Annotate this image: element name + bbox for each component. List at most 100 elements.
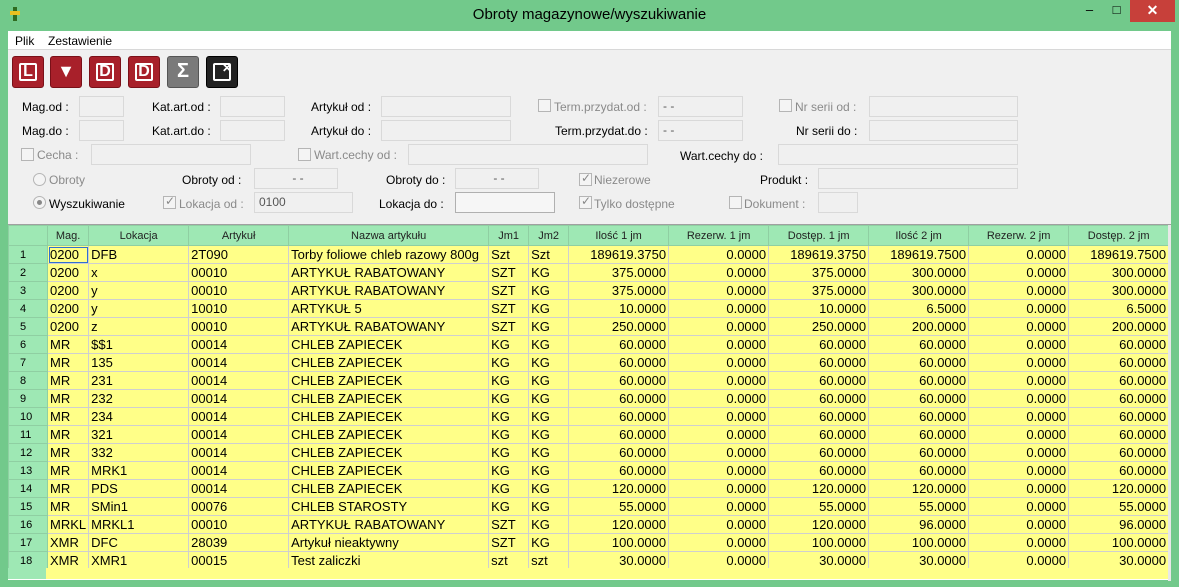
grid-cell[interactable]: 00014 (188, 461, 290, 480)
grid-cell[interactable]: 60.0000 (568, 353, 670, 372)
grid-cell[interactable]: 60.0000 (1068, 335, 1170, 354)
grid-cell[interactable]: XMR (46, 533, 90, 552)
table-row[interactable]: 17 XMR DFC 28039 Artykuł nieaktywny SZT KG 100.… (8, 533, 1170, 552)
grid-cell[interactable]: 60.0000 (768, 443, 870, 462)
grid-cell[interactable]: 0.0000 (668, 443, 770, 462)
grid-cell[interactable]: 60.0000 (868, 407, 970, 426)
grid-cell[interactable]: KG (528, 335, 570, 354)
grid-cell[interactable]: 120.0000 (768, 515, 870, 534)
grid-cell[interactable]: 10.0000 (568, 299, 670, 318)
results-grid[interactable]: Mag. Lokacja Artykuł Nazwa artykułu Jm1 … (8, 224, 1171, 581)
table-row[interactable]: 9 MR 232 00014 CHLEB ZAPIECEK KG KG 60.0000 0.00… (8, 389, 1170, 408)
grid-cell[interactable]: 0.0000 (968, 317, 1070, 336)
table-row[interactable]: 8 MR 231 00014 CHLEB ZAPIECEK KG KG 60.0000 0.00… (8, 371, 1170, 390)
obroty-radio[interactable] (33, 173, 46, 186)
grid-cell[interactable]: 189619.7500 (868, 245, 970, 264)
grid-cell[interactable]: 0.0000 (668, 461, 770, 480)
grid-cell[interactable]: KG (488, 461, 530, 480)
print-list-button[interactable]: L (12, 56, 44, 88)
grid-cell[interactable]: 0.0000 (668, 551, 770, 570)
col-header[interactable]: Ilość 2 jm (868, 225, 970, 246)
grid-cell[interactable]: 00010 (188, 281, 290, 300)
obroty-do-field[interactable]: - - (455, 168, 539, 189)
grid-cell[interactable]: y (88, 281, 190, 300)
grid-cell[interactable]: KG (488, 407, 530, 426)
grid-cell[interactable]: 189619.3750 (768, 245, 870, 264)
title-bar[interactable]: Obroty magazynowe/wyszukiwanie – □ ✕ (0, 0, 1179, 30)
cecha-checkbox[interactable] (21, 148, 34, 161)
grid-cell[interactable]: 60.0000 (568, 371, 670, 390)
grid-cell[interactable]: SZT (488, 263, 530, 282)
grid-cell[interactable]: 0.0000 (968, 497, 1070, 516)
grid-cell[interactable]: 120.0000 (568, 479, 670, 498)
grid-cell[interactable]: MR (46, 461, 90, 480)
grid-cell[interactable]: ARTYKUŁ 5 (288, 299, 490, 318)
grid-cell[interactable]: x (88, 263, 190, 282)
row-number[interactable]: 15 (8, 497, 48, 516)
grid-cell[interactable]: KG (528, 263, 570, 282)
row-number[interactable]: 4 (8, 299, 48, 318)
cecha-field[interactable] (91, 144, 251, 165)
grid-cell[interactable]: 0.0000 (968, 353, 1070, 372)
grid-cell[interactable]: 0.0000 (668, 407, 770, 426)
grid-cell[interactable]: KG (528, 497, 570, 516)
row-number[interactable]: 18 (8, 551, 48, 570)
wartcechy-do-field[interactable] (778, 144, 1018, 165)
col-header[interactable]: Nazwa artykułu (288, 225, 490, 246)
grid-cell[interactable]: 60.0000 (1068, 407, 1170, 426)
grid-cell[interactable]: 00014 (188, 425, 290, 444)
row-number[interactable]: 2 (8, 263, 48, 282)
col-header[interactable]: Dostęp. 2 jm (1068, 225, 1170, 246)
grid-cell[interactable]: 00014 (188, 407, 290, 426)
row-number[interactable]: 10 (8, 407, 48, 426)
row-number[interactable]: 11 (8, 425, 48, 444)
col-header[interactable]: Rezerw. 2 jm (968, 225, 1070, 246)
grid-cell[interactable]: 232 (88, 389, 190, 408)
grid-cell[interactable]: SZT (488, 515, 530, 534)
grid-cell[interactable]: 120.0000 (768, 479, 870, 498)
grid-cell[interactable]: 0.0000 (968, 263, 1070, 282)
grid-cell[interactable]: KG (488, 371, 530, 390)
grid-cell[interactable]: KG (488, 425, 530, 444)
grid-cell[interactable]: 30.0000 (1068, 551, 1170, 570)
obroty-od-field[interactable]: - - (254, 168, 338, 189)
grid-cell[interactable]: MR (46, 353, 90, 372)
grid-cell[interactable]: 0.0000 (668, 281, 770, 300)
mag-do-field[interactable] (79, 120, 124, 141)
grid-cell[interactable]: SZT (488, 299, 530, 318)
grid-cell[interactable]: 0.0000 (968, 407, 1070, 426)
grid-cell[interactable]: CHLEB ZAPIECEK (288, 407, 490, 426)
grid-cell[interactable]: 2T090 (188, 245, 290, 264)
grid-cell[interactable]: KG (488, 353, 530, 372)
grid-cell[interactable]: 0.0000 (968, 281, 1070, 300)
grid-cell[interactable]: KG (488, 497, 530, 516)
grid-cell[interactable]: 00010 (188, 317, 290, 336)
grid-cell[interactable]: CHLEB STAROSTY (288, 497, 490, 516)
grid-cell[interactable]: ARTYKUŁ RABATOWANY (288, 515, 490, 534)
grid-cell[interactable]: 00010 (188, 515, 290, 534)
nrserii-od-field[interactable] (869, 96, 1018, 117)
grid-cell[interactable]: 135 (88, 353, 190, 372)
grid-cell[interactable]: KG (528, 479, 570, 498)
table-row[interactable]: 5 0200 z 00010 ARTYKUŁ RABATOWANY SZT KG 250.00… (8, 317, 1170, 336)
grid-cell[interactable]: 30.0000 (868, 551, 970, 570)
grid-cell[interactable]: 6.5000 (868, 299, 970, 318)
grid-cell[interactable]: SZT (488, 281, 530, 300)
grid-cell[interactable]: 200.0000 (868, 317, 970, 336)
grid-cell[interactable]: 10010 (188, 299, 290, 318)
row-number[interactable]: 5 (8, 317, 48, 336)
grid-cell[interactable]: 0.0000 (968, 479, 1070, 498)
grid-cell[interactable]: 100.0000 (1068, 533, 1170, 552)
katart-do-field[interactable] (220, 120, 285, 141)
print-detail-alt-button[interactable]: D (128, 56, 160, 88)
grid-cell[interactable]: 30.0000 (768, 551, 870, 570)
grid-cell[interactable]: MR (46, 389, 90, 408)
grid-cell[interactable]: 0.0000 (968, 443, 1070, 462)
row-number[interactable]: 12 (8, 443, 48, 462)
grid-cell[interactable]: KG (528, 461, 570, 480)
dokument-field[interactable] (818, 192, 858, 213)
row-number[interactable]: 9 (8, 389, 48, 408)
grid-cell[interactable]: 60.0000 (568, 335, 670, 354)
grid-cell[interactable]: SZT (488, 317, 530, 336)
grid-cell[interactable]: 0200 (46, 299, 90, 318)
